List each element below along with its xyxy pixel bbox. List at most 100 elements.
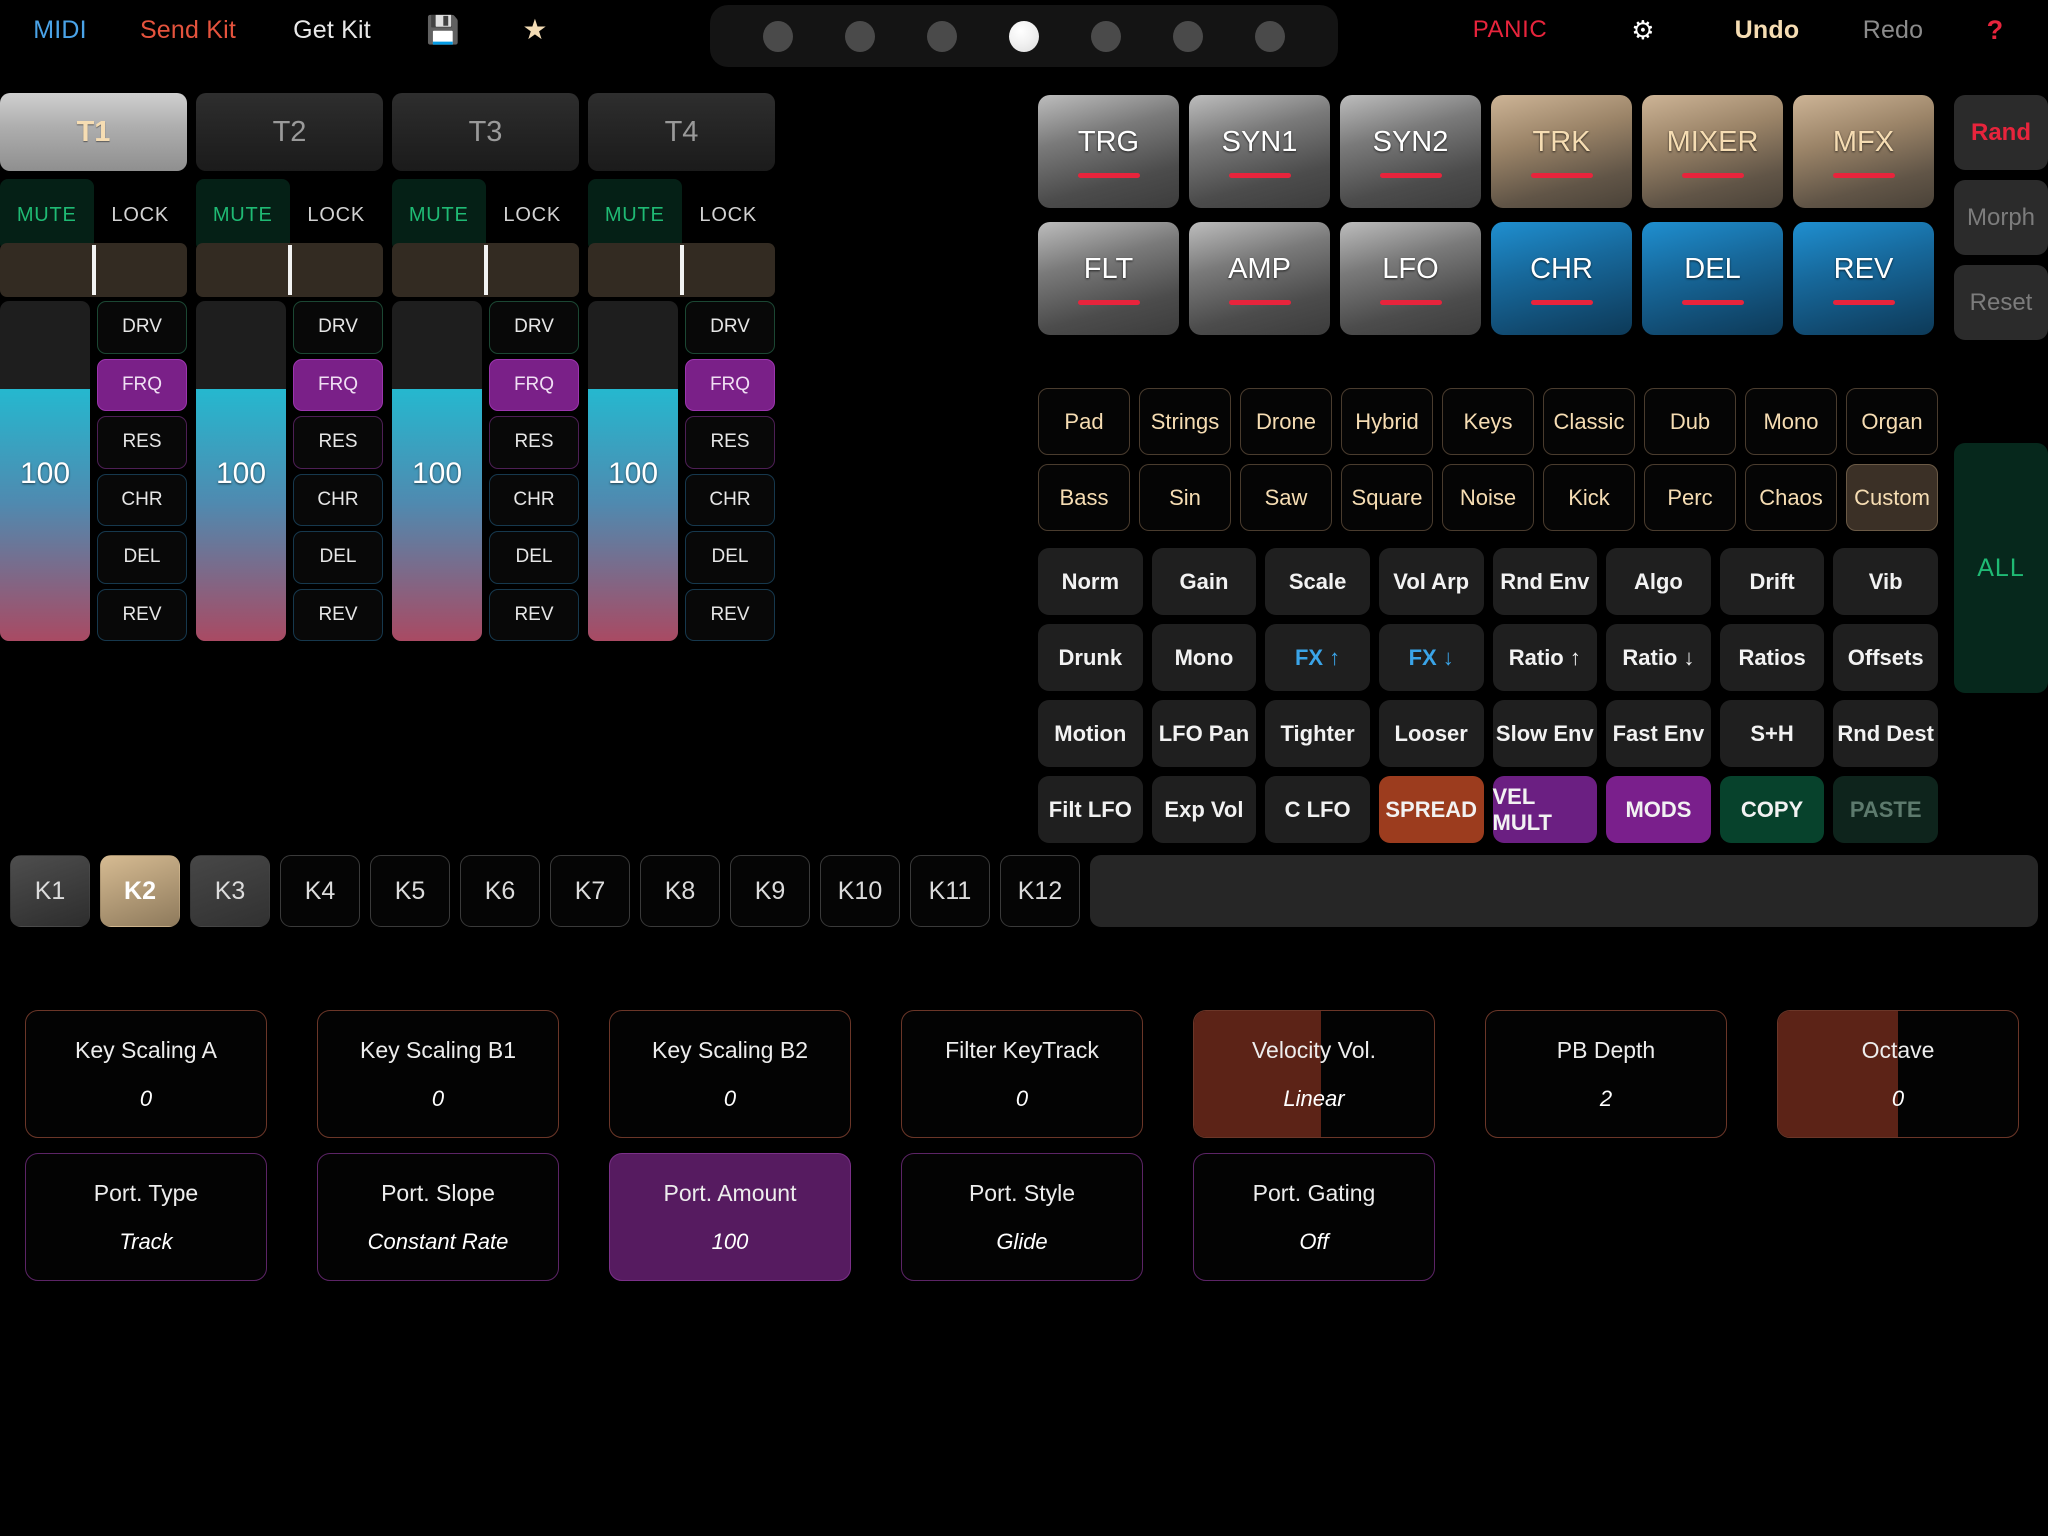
- pattern-dot[interactable]: [763, 20, 793, 52]
- pattern-step-indicator[interactable]: [710, 5, 1338, 67]
- param-card-pb-depth[interactable]: PB Depth 2: [1485, 1010, 1727, 1138]
- send-kit-button[interactable]: Send Kit: [118, 8, 258, 52]
- kit-slot-k1[interactable]: K1: [10, 855, 90, 927]
- pan-slider-t2[interactable]: [196, 243, 383, 297]
- track-select-t2[interactable]: T2: [196, 93, 383, 171]
- fx-rev-button-t2[interactable]: REV: [293, 588, 383, 641]
- track-select-t3[interactable]: T3: [392, 93, 579, 171]
- function-button-motion[interactable]: Motion: [1038, 700, 1143, 767]
- fx-frq-button-t3[interactable]: FRQ: [489, 358, 579, 411]
- category-button-saw[interactable]: Saw: [1240, 464, 1332, 531]
- panic-button[interactable]: PANIC: [1440, 8, 1580, 52]
- pattern-dot[interactable]: [1255, 20, 1285, 52]
- mute-button-t1[interactable]: MUTE: [0, 179, 94, 251]
- pattern-dot[interactable]: [1173, 20, 1203, 52]
- track-select-t1[interactable]: T1: [0, 93, 187, 171]
- kit-slot-k2[interactable]: K2: [100, 855, 180, 927]
- fx-res-button-t1[interactable]: RES: [97, 416, 187, 469]
- mute-button-t3[interactable]: MUTE: [392, 179, 486, 251]
- help-button[interactable]: ?: [1960, 8, 2030, 52]
- function-button-scale[interactable]: Scale: [1265, 548, 1370, 615]
- fx-del-button-t2[interactable]: DEL: [293, 531, 383, 584]
- rand-button[interactable]: Rand: [1954, 95, 2048, 170]
- param-card-key-scaling-b1[interactable]: Key Scaling B1 0: [317, 1010, 559, 1138]
- param-card-filter-keytrack[interactable]: Filter KeyTrack 0: [901, 1010, 1143, 1138]
- fx-del-button-t3[interactable]: DEL: [489, 531, 579, 584]
- fx-frq-button-t1[interactable]: FRQ: [97, 358, 187, 411]
- kit-slot-k6[interactable]: K6: [460, 855, 540, 927]
- lock-button-t2[interactable]: LOCK: [290, 179, 384, 251]
- function-button-ratios[interactable]: Ratios: [1719, 624, 1825, 691]
- param-card-port-amount[interactable]: Port. Amount 100: [609, 1153, 851, 1281]
- kit-slot-k10[interactable]: K10: [820, 855, 900, 927]
- kit-slot-k7[interactable]: K7: [550, 855, 630, 927]
- function-button-tighter[interactable]: Tighter: [1265, 700, 1370, 767]
- kit-slot-k11[interactable]: K11: [910, 855, 990, 927]
- undo-button[interactable]: Undo: [1712, 8, 1822, 52]
- pattern-dot-active[interactable]: [1009, 20, 1039, 52]
- category-button-custom[interactable]: Custom: [1846, 464, 1938, 531]
- lock-button-t3[interactable]: LOCK: [486, 179, 580, 251]
- function-button-spread[interactable]: SPREAD: [1378, 776, 1484, 843]
- fx-del-button-t1[interactable]: DEL: [97, 531, 187, 584]
- kit-slot-k3[interactable]: K3: [190, 855, 270, 927]
- function-button-fx-down[interactable]: FX ↓: [1378, 624, 1484, 691]
- param-card-port-slope[interactable]: Port. Slope Constant Rate: [317, 1153, 559, 1281]
- pattern-dot[interactable]: [845, 20, 875, 52]
- function-button-paste[interactable]: PASTE: [1833, 776, 1938, 843]
- category-button-perc[interactable]: Perc: [1644, 464, 1736, 531]
- pan-slider-t4[interactable]: [588, 243, 775, 297]
- lock-button-t4[interactable]: LOCK: [682, 179, 776, 251]
- param-card-key-scaling-a[interactable]: Key Scaling A 0: [25, 1010, 267, 1138]
- category-button-keys[interactable]: Keys: [1442, 388, 1534, 455]
- fx-chr-button-t2[interactable]: CHR: [293, 473, 383, 526]
- function-button-mods[interactable]: MODS: [1606, 776, 1711, 843]
- module-button-del[interactable]: DEL: [1642, 222, 1783, 335]
- function-button-copy[interactable]: COPY: [1719, 776, 1825, 843]
- function-button-drunk[interactable]: Drunk: [1038, 624, 1143, 691]
- category-button-kick[interactable]: Kick: [1543, 464, 1635, 531]
- module-button-syn1[interactable]: SYN1: [1189, 95, 1330, 208]
- fx-rev-button-t3[interactable]: REV: [489, 588, 579, 641]
- category-button-dub[interactable]: Dub: [1644, 388, 1736, 455]
- category-button-chaos[interactable]: Chaos: [1745, 464, 1837, 531]
- pan-slider-t1[interactable]: [0, 243, 187, 297]
- fx-chr-button-t3[interactable]: CHR: [489, 473, 579, 526]
- lock-button-t1[interactable]: LOCK: [94, 179, 188, 251]
- function-button-vel-mult[interactable]: VEL MULT: [1492, 776, 1598, 843]
- fx-rev-button-t4[interactable]: REV: [685, 588, 775, 641]
- category-button-bass[interactable]: Bass: [1038, 464, 1130, 531]
- category-button-hybrid[interactable]: Hybrid: [1341, 388, 1433, 455]
- category-button-drone[interactable]: Drone: [1240, 388, 1332, 455]
- function-button-c-lfo[interactable]: C LFO: [1265, 776, 1370, 843]
- function-button-vol-arp[interactable]: Vol Arp: [1378, 548, 1484, 615]
- fx-frq-button-t4[interactable]: FRQ: [685, 358, 775, 411]
- category-button-sin[interactable]: Sin: [1139, 464, 1231, 531]
- module-button-rev[interactable]: REV: [1793, 222, 1934, 335]
- function-button-exp-vol[interactable]: Exp Vol: [1151, 776, 1257, 843]
- function-button-filt-lfo[interactable]: Filt LFO: [1038, 776, 1143, 843]
- level-fader-t1[interactable]: 100: [0, 301, 90, 641]
- function-button-slow-env[interactable]: Slow Env: [1492, 700, 1598, 767]
- level-fader-t3[interactable]: 100: [392, 301, 482, 641]
- floppy-disk-icon[interactable]: 💾: [408, 8, 478, 52]
- function-button-sh[interactable]: S+H: [1719, 700, 1825, 767]
- function-button-mono[interactable]: Mono: [1151, 624, 1257, 691]
- fx-drv-button-t3[interactable]: DRV: [489, 301, 579, 354]
- module-button-lfo[interactable]: LFO: [1340, 222, 1481, 335]
- function-button-ratio-up[interactable]: Ratio ↑: [1492, 624, 1598, 691]
- gear-icon[interactable]: ⚙: [1608, 8, 1678, 52]
- function-button-vib[interactable]: Vib: [1833, 548, 1938, 615]
- module-button-mixer[interactable]: MIXER: [1642, 95, 1783, 208]
- midi-button[interactable]: MIDI: [10, 8, 110, 52]
- module-button-syn2[interactable]: SYN2: [1340, 95, 1481, 208]
- kit-slot-k9[interactable]: K9: [730, 855, 810, 927]
- function-button-offsets[interactable]: Offsets: [1833, 624, 1938, 691]
- fx-drv-button-t1[interactable]: DRV: [97, 301, 187, 354]
- param-card-velocity-vol[interactable]: Velocity Vol. Linear: [1193, 1010, 1435, 1138]
- get-kit-button[interactable]: Get Kit: [262, 8, 402, 52]
- fx-res-button-t3[interactable]: RES: [489, 416, 579, 469]
- function-button-rnd-dest[interactable]: Rnd Dest: [1833, 700, 1938, 767]
- module-button-chr[interactable]: CHR: [1491, 222, 1632, 335]
- fx-rev-button-t1[interactable]: REV: [97, 588, 187, 641]
